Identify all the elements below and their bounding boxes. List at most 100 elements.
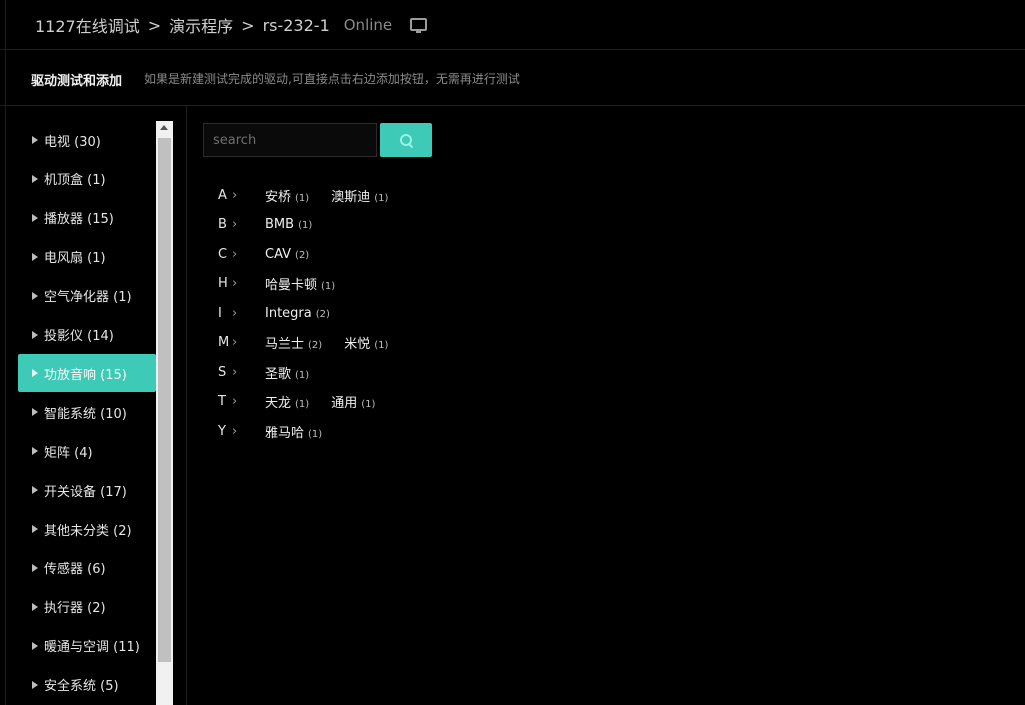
caret-right-icon bbox=[32, 408, 38, 417]
brand-group-letter: B bbox=[218, 217, 227, 232]
sidebar-item-label: 电视 (30) bbox=[44, 134, 101, 150]
brand-link[interactable]: 马兰士 (2) bbox=[265, 333, 322, 352]
brand-name: 米悦 bbox=[344, 337, 371, 352]
brand-count: (1) bbox=[295, 369, 310, 381]
brand-count: (1) bbox=[374, 192, 389, 204]
sidebar-item[interactable]: 功放音响 (15) bbox=[18, 354, 156, 393]
brand-group-row: M › 马兰士 (2) 米悦 (1) bbox=[218, 331, 388, 355]
brand-link[interactable]: BMB (1) bbox=[265, 217, 312, 232]
chevron-right-icon: > bbox=[147, 15, 162, 35]
sidebar-item[interactable]: 智能系统 (10) bbox=[18, 393, 156, 431]
brand-count: (2) bbox=[315, 308, 330, 320]
breadcrumb-item-port[interactable]: rs-232-1 bbox=[263, 16, 330, 35]
chevron-right-icon: › bbox=[232, 246, 238, 262]
breadcrumb-item-program[interactable]: 演示程序 bbox=[169, 13, 233, 37]
chevron-right-icon: › bbox=[232, 305, 238, 321]
scrollbar-thumb[interactable] bbox=[158, 138, 171, 662]
sidebar-item[interactable]: 播放器 (15) bbox=[18, 199, 156, 237]
brand-link[interactable]: 通用 (1) bbox=[331, 392, 375, 411]
brand-name: 雅马哈 bbox=[265, 425, 305, 441]
section-description: 如果是新建测试完成的驱动,可直接点击右边添加按钮，无需再进行测试 bbox=[144, 72, 520, 86]
breadcrumb: 1127在线调试 > 演示程序 > rs-232-1 Online bbox=[35, 13, 428, 37]
sidebar-item[interactable]: 安全系统 (5) bbox=[18, 666, 156, 704]
brand-link[interactable]: 天龙 (1) bbox=[265, 392, 309, 411]
sidebar-item-label: 暖通与空调 (11) bbox=[44, 640, 140, 656]
info-bar: 驱动测试和添加 如果是新建测试完成的驱动,可直接点击右边添加按钮，无需再进行测试 bbox=[0, 51, 1025, 106]
caret-right-icon bbox=[32, 602, 38, 611]
brand-link[interactable]: 雅马哈 (1) bbox=[265, 422, 322, 441]
sidebar-item-label: 开关设备 (17) bbox=[44, 484, 127, 500]
brand-link[interactable]: Integra (2) bbox=[265, 306, 330, 321]
sidebar-item-label: 机顶盒 (1) bbox=[44, 173, 106, 189]
sidebar-item-label: 安全系统 (5) bbox=[44, 679, 119, 695]
sidebar-item-label: 播放器 (15) bbox=[44, 212, 114, 228]
brand-count: (1) bbox=[298, 220, 313, 231]
brand-group-row: C › CAV (2) bbox=[218, 242, 309, 266]
panel-divider bbox=[186, 106, 187, 705]
caret-right-icon bbox=[32, 525, 38, 533]
brand-name: 通用 bbox=[331, 396, 358, 411]
brand-link[interactable]: 安桥 (1) bbox=[265, 186, 309, 205]
caret-right-icon bbox=[32, 680, 38, 689]
brand-count: (1) bbox=[295, 192, 310, 204]
search-button[interactable] bbox=[380, 123, 432, 157]
brand-name: 天龙 bbox=[265, 396, 292, 411]
scroll-up-icon[interactable] bbox=[160, 125, 168, 130]
sidebar-item[interactable]: 机顶盒 (1) bbox=[18, 160, 156, 198]
brand-name: 马兰士 bbox=[265, 337, 305, 352]
brand-group-letter: Y bbox=[218, 423, 226, 439]
top-bar: 1127在线调试 > 演示程序 > rs-232-1 Online bbox=[0, 0, 1025, 50]
brand-count: (2) bbox=[295, 249, 310, 261]
sidebar-item[interactable]: 开关设备 (17) bbox=[18, 471, 156, 509]
brand-group-letter: C bbox=[218, 246, 228, 262]
brand-group-row: B › BMB (1) bbox=[218, 213, 312, 237]
brand-link[interactable]: 米悦 (1) bbox=[344, 333, 388, 352]
brand-group-row: A › 安桥 (1) 澳斯迪 (1) bbox=[218, 183, 388, 207]
chevron-right-icon: › bbox=[232, 394, 238, 409]
monitor-icon[interactable] bbox=[410, 18, 428, 33]
brand-link[interactable]: CAV (2) bbox=[265, 247, 309, 262]
section-title: 驱动测试和添加 bbox=[31, 74, 123, 89]
brand-link[interactable]: 圣歌 (1) bbox=[265, 363, 309, 382]
sidebar-item[interactable]: 电视 (30) bbox=[18, 121, 156, 159]
sidebar-item-label: 功放音响 (15) bbox=[44, 367, 127, 383]
brand-group-letter: H bbox=[218, 276, 228, 291]
sidebar-item[interactable]: 电风扇 (1) bbox=[18, 238, 156, 276]
brand-group-row: I › Integra (2) bbox=[218, 301, 330, 325]
brand-group-letter: T bbox=[218, 394, 226, 409]
brand-name: 哈曼卡顿 bbox=[265, 278, 318, 293]
caret-right-icon bbox=[32, 330, 38, 339]
sidebar-item-label: 其他未分类 (2) bbox=[44, 523, 132, 539]
sidebar-item[interactable]: 空气净化器 (1) bbox=[18, 277, 156, 315]
sidebar-item[interactable]: 传感器 (6) bbox=[18, 549, 156, 587]
caret-right-icon bbox=[32, 252, 38, 261]
category-sidebar: 电视 (30) 机顶盒 (1) 播放器 (15) 电风扇 (1) 空气净化器 (1) 投影… bbox=[18, 121, 158, 705]
brand-group-row: H › 哈曼卡顿 (1) bbox=[218, 272, 335, 296]
sidebar-item[interactable]: 投影仪 (14) bbox=[18, 316, 156, 354]
caret-right-icon bbox=[32, 641, 38, 650]
sidebar-item-label: 执行器 (2) bbox=[44, 601, 106, 617]
brand-name: 澳斯迪 bbox=[331, 189, 371, 205]
brand-link[interactable]: 哈曼卡顿 (1) bbox=[265, 274, 335, 293]
brand-name: BMB bbox=[265, 217, 295, 232]
sidebar-item[interactable]: 执行器 (2) bbox=[18, 588, 156, 626]
brand-name: 安桥 bbox=[265, 189, 292, 205]
caret-right-icon bbox=[32, 447, 38, 456]
brand-name: Integra bbox=[265, 305, 312, 321]
search-input[interactable] bbox=[203, 123, 377, 157]
sidebar-item-label: 矩阵 (4) bbox=[44, 445, 93, 461]
sidebar-item-label: 智能系统 (10) bbox=[44, 406, 127, 422]
brand-name: CAV bbox=[265, 246, 292, 262]
caret-right-icon bbox=[32, 563, 38, 572]
sidebar-item[interactable]: 暖通与空调 (11) bbox=[18, 627, 156, 665]
sidebar-item[interactable]: 其他未分类 (2) bbox=[18, 510, 156, 548]
sidebar-item[interactable]: 矩阵 (4) bbox=[18, 432, 156, 470]
sidebar-item-label: 电风扇 (1) bbox=[44, 251, 106, 267]
chevron-right-icon: › bbox=[232, 276, 238, 291]
chevron-right-icon: › bbox=[232, 217, 238, 232]
brand-link[interactable]: 澳斯迪 (1) bbox=[331, 186, 388, 205]
breadcrumb-item-project[interactable]: 1127在线调试 bbox=[35, 13, 140, 37]
brand-group-row: S › 圣歌 (1) bbox=[218, 360, 309, 384]
connection-status: Online bbox=[343, 16, 393, 34]
caret-right-icon bbox=[32, 174, 38, 183]
